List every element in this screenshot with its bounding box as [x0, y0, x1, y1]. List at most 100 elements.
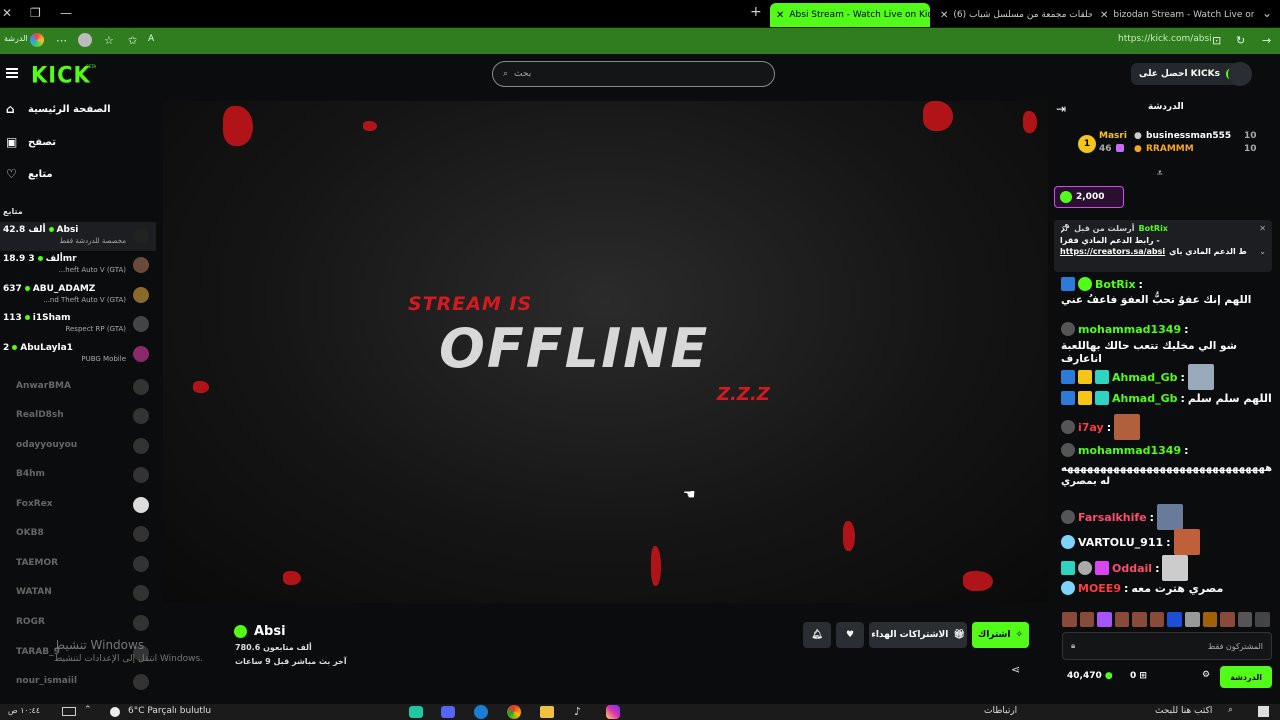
- chrome-icon[interactable]: [507, 705, 521, 719]
- copilot-icon[interactable]: [30, 33, 44, 47]
- emote-icon[interactable]: [1185, 612, 1200, 627]
- tab-bizodan[interactable]: ✕ bizodan Stream - Watch Live on K...: [1094, 3, 1254, 27]
- chat-message[interactable]: i7ay:: [1061, 414, 1141, 440]
- discord-icon[interactable]: [441, 706, 455, 718]
- channel-item-offline[interactable]: AnwarBMA: [0, 373, 156, 402]
- profile-icon[interactable]: [78, 33, 92, 47]
- search-icon[interactable]: ⌕: [1228, 705, 1233, 715]
- share-icon[interactable]: ⋖: [1011, 663, 1020, 676]
- channel-item-offline[interactable]: OKB8: [0, 520, 156, 549]
- chat-username[interactable]: i7ay: [1078, 421, 1104, 434]
- channel-item-offline[interactable]: RealD8sh: [0, 402, 156, 431]
- close-tab-icon[interactable]: ✕: [776, 10, 784, 21]
- chat-message[interactable]: BotRix:: [1061, 277, 1143, 291]
- kicks-balance[interactable]: 2,000: [1054, 186, 1124, 208]
- chat-username[interactable]: Ahmad_Gb: [1112, 392, 1178, 405]
- taskbar-search[interactable]: اكتب هنا للبحث: [1155, 706, 1212, 716]
- follow-button[interactable]: ♥: [836, 622, 864, 648]
- channel-item-abu-adamz[interactable]: 637 ABU_ADAMZ ...nd Theft Auto V (GTA): [0, 281, 156, 310]
- clock[interactable]: ١٠:٤٤ ص: [8, 706, 40, 715]
- emote-icon[interactable]: [1237, 612, 1253, 627]
- expand-pinned-icon[interactable]: ⌄: [1259, 247, 1266, 256]
- weather-text[interactable]: 6°C Parçalı bulutlu: [128, 706, 211, 716]
- chat-username[interactable]: mohammad1349: [1078, 444, 1181, 457]
- tray-chevron-icon[interactable]: ⌃: [84, 705, 92, 715]
- emote-icon[interactable]: [1202, 612, 1218, 627]
- chat-message[interactable]: Ahmad_Gb:: [1061, 364, 1214, 390]
- app-icon[interactable]: [409, 706, 423, 718]
- instagram-icon[interactable]: [606, 705, 620, 719]
- tab-series[interactable]: ✕ (6) حلقات مجمعة من مسلسل شباب...: [934, 3, 1092, 27]
- chat-message[interactable]: mohammad1349:: [1061, 322, 1189, 336]
- chat-message[interactable]: Ahmad_Gb: اللهم سلم سلم: [1061, 391, 1272, 405]
- search-input[interactable]: ⌕ بحث: [492, 61, 775, 87]
- channel-item-offline[interactable]: ROGR: [0, 609, 156, 638]
- chat-message[interactable]: VARTOLU_911:: [1061, 529, 1200, 555]
- gift-count[interactable]: 0 ⊞: [1130, 671, 1147, 681]
- read-aloud-icon[interactable]: A: [148, 34, 154, 44]
- settings-icon[interactable]: ⚙: [1202, 670, 1210, 680]
- edge-icon[interactable]: [474, 705, 488, 719]
- channel-item-offline[interactable]: WATAN: [0, 579, 156, 608]
- url-field[interactable]: https://kick.com/absi: [1118, 34, 1212, 44]
- more-icon[interactable]: ⋯: [56, 34, 67, 47]
- chat-send-button[interactable]: الدردشة: [1220, 666, 1272, 688]
- chat-username[interactable]: BotRix: [1095, 278, 1136, 291]
- nav-following[interactable]: ♡ متابع: [6, 168, 53, 180]
- kick-logo[interactable]: KICK: [31, 62, 91, 87]
- tiktok-icon[interactable]: ♪: [574, 705, 581, 718]
- notification-button[interactable]: 🔔︎: [803, 622, 831, 648]
- emote-icon[interactable]: [1079, 612, 1095, 627]
- video-player[interactable]: STREAM IS OFFLINE Z.Z.Z ☚: [163, 101, 1048, 603]
- close-tab-icon[interactable]: ✕: [940, 10, 948, 21]
- nav-browse[interactable]: ▣ تصفح: [6, 136, 56, 148]
- favorites-icon[interactable]: ☆: [104, 34, 114, 47]
- new-tab-icon[interactable]: +: [750, 4, 762, 20]
- chat-username[interactable]: mohammad1349: [1078, 323, 1181, 336]
- chat-username[interactable]: Ahmad_Gb: [1112, 371, 1178, 384]
- chat-message[interactable]: MOEE9: مصري هترت معه: [1061, 581, 1223, 595]
- minimize-window-icon[interactable]: —: [60, 6, 72, 20]
- channel-item-absi[interactable]: 42.8 ألف Absi مخصصة للدردشة فقط: [0, 222, 156, 251]
- nav-home[interactable]: ⌂ الصفحة الرئيسية: [6, 103, 111, 115]
- back-icon[interactable]: →: [1262, 34, 1271, 47]
- emote-icon[interactable]: [1149, 612, 1165, 627]
- emote-icon[interactable]: [1062, 612, 1077, 627]
- emote-icon[interactable]: [1255, 612, 1270, 627]
- chat-message[interactable]: mohammad1349:: [1061, 443, 1189, 457]
- expand-leaderboard-icon[interactable]: ⩡: [1157, 168, 1163, 179]
- close-tab-icon[interactable]: ✕: [1100, 10, 1108, 21]
- channel-item-3mr[interactable]: 18.9 ألف3mr ...heft Auto V (GTA): [0, 251, 156, 280]
- chat-username[interactable]: Farsalkhife: [1078, 511, 1147, 524]
- channel-item-offline[interactable]: FoxRex: [0, 491, 156, 520]
- favorites-add-icon[interactable]: ✩: [128, 34, 137, 47]
- emote-icon[interactable]: [1220, 612, 1235, 627]
- windows-start-icon[interactable]: [1258, 706, 1269, 717]
- unpin-icon[interactable]: ✕: [1259, 224, 1266, 233]
- emote-icon[interactable]: [1132, 612, 1147, 627]
- chat-username[interactable]: Oddail: [1112, 562, 1152, 575]
- reload-icon[interactable]: ↻: [1236, 34, 1245, 47]
- channel-item-abulayla1[interactable]: 2 AbuLayla1 PUBG Mobile: [0, 340, 156, 369]
- channel-item-offline[interactable]: B4hm: [0, 461, 156, 490]
- restore-window-icon[interactable]: ❐: [30, 6, 41, 20]
- tab-menu-icon[interactable]: ⌄: [1262, 6, 1272, 20]
- streamer-name[interactable]: Absi: [254, 624, 286, 639]
- gift-subs-button[interactable]: الاشتراكات الهداء 🎁︎: [869, 622, 967, 648]
- close-window-icon[interactable]: ✕: [2, 6, 12, 20]
- channel-item-offline[interactable]: nour_ismaiil: [0, 668, 156, 697]
- channel-item-offline[interactable]: TAEMOR: [0, 550, 156, 579]
- kick-points[interactable]: 40,470 ●: [1067, 671, 1113, 681]
- tab-absi[interactable]: ✕ Absi Stream - Watch Live on Kick: [770, 3, 930, 27]
- emote-icon[interactable]: [1167, 612, 1183, 627]
- chat-message[interactable]: Farsalkhife:: [1061, 504, 1184, 530]
- channel-item-i1sham[interactable]: 113 i1Sham Respect RP (GTA): [0, 310, 156, 339]
- pinned-link[interactable]: https://creators.sa/absi: [1060, 247, 1165, 256]
- links-label[interactable]: ارتباطات: [984, 706, 1017, 716]
- menu-icon[interactable]: [6, 68, 18, 78]
- keyboard-icon[interactable]: [62, 707, 76, 716]
- chat-username[interactable]: MOEE9: [1078, 582, 1121, 595]
- user-avatar[interactable]: [1228, 62, 1252, 86]
- emote-icon[interactable]: [1114, 612, 1130, 627]
- chat-message[interactable]: Oddail:: [1061, 555, 1189, 581]
